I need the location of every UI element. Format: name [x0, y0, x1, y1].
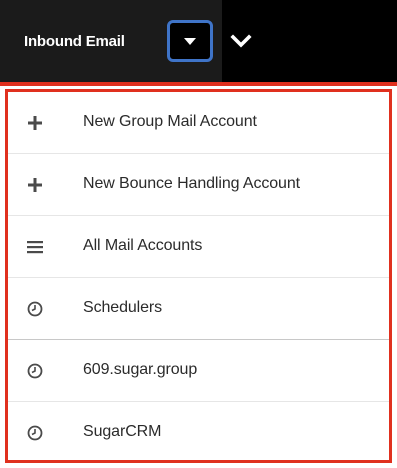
menu-item-new-bounce-handling-account[interactable]: New Bounce Handling Account [8, 154, 389, 216]
list-icon [27, 241, 43, 254]
menu-item-label: All Mail Accounts [83, 237, 203, 254]
more-modules-button[interactable] [226, 24, 256, 58]
menu-item-new-group-mail-account[interactable]: New Group Mail Account [8, 92, 389, 154]
menu-item-sugarcrm[interactable]: SugarCRM [8, 402, 389, 464]
module-tab-label[interactable]: Inbound Email [24, 33, 125, 50]
clock-icon [27, 425, 43, 441]
menu-item-label: 609.sugar.group [83, 361, 198, 378]
menu-item-label: SugarCRM [83, 423, 162, 440]
clock-icon [27, 363, 43, 379]
module-tab-inbound-email[interactable]: Inbound Email [0, 0, 222, 82]
menu-item-schedulers[interactable]: Schedulers [8, 278, 389, 340]
menu-item-label: New Group Mail Account [83, 113, 257, 130]
menu-item-609-sugar-group[interactable]: 609.sugar.group [8, 340, 389, 402]
module-dropdown-toggle-button[interactable] [167, 20, 213, 62]
menu-item-label: New Bounce Handling Account [83, 175, 300, 192]
chevron-down-icon [230, 34, 252, 48]
clock-icon [27, 301, 43, 317]
highlight-border-top [0, 82, 397, 86]
top-navigation-bar: Inbound Email [0, 0, 397, 82]
menu-item-all-mail-accounts[interactable]: All Mail Accounts [8, 216, 389, 278]
module-dropdown-menu: New Group Mail Account New Bounce Handli… [5, 89, 392, 463]
plus-icon [28, 178, 42, 192]
plus-icon [28, 116, 42, 130]
caret-down-icon [184, 38, 196, 45]
menu-item-label: Schedulers [83, 299, 163, 316]
